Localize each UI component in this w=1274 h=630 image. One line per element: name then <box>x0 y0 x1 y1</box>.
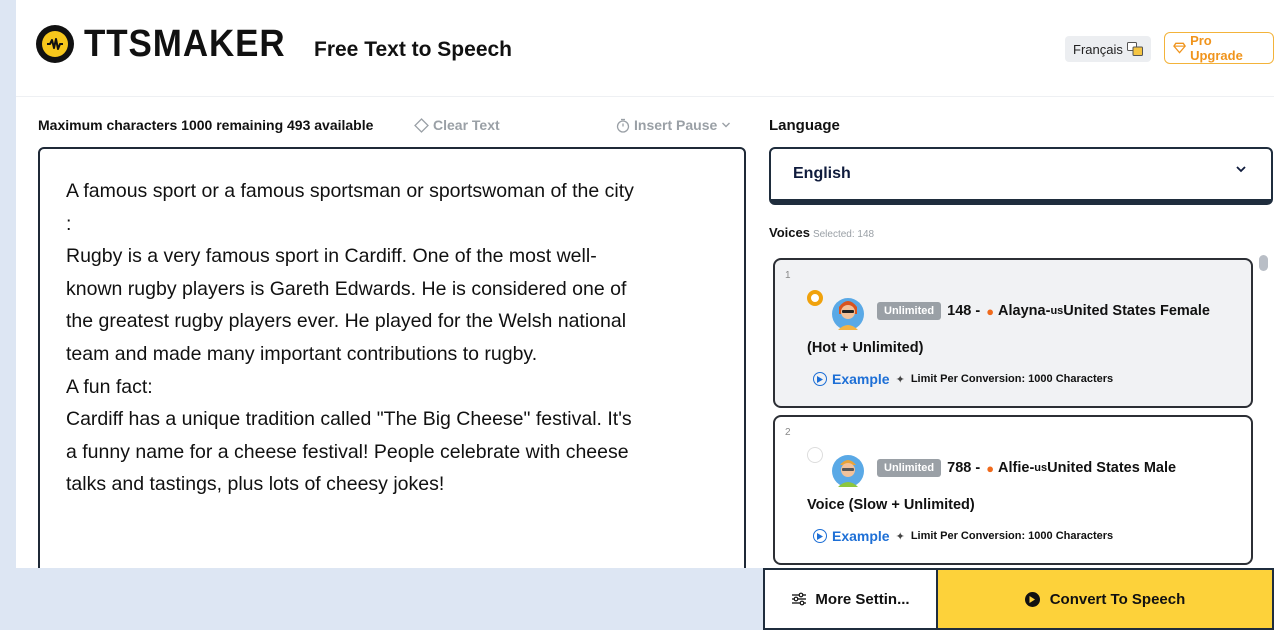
editor-toolbar: Maximum characters 1000 remaining 493 av… <box>38 117 748 137</box>
pro-upgrade-button[interactable]: Pro Upgrade <box>1164 32 1274 64</box>
voices-selected-count: Selected: 148 <box>812 229 875 240</box>
sparkle-icon: ✦ <box>895 373 905 386</box>
voice-meta: Example ✦ Limit Per Conversion: 1000 Cha… <box>813 371 1113 387</box>
conversion-limit: Limit Per Conversion: 1000 Characters <box>910 373 1114 385</box>
example-play-button[interactable]: Example <box>813 371 890 387</box>
language-select[interactable]: English <box>769 147 1273 205</box>
fire-icon: ● <box>986 303 995 319</box>
character-count: Maximum characters 1000 remaining 493 av… <box>38 117 374 133</box>
insert-pause-label: Insert Pause <box>634 117 718 133</box>
convert-label: Convert To Speech <box>1049 590 1186 608</box>
sparkle-icon: ✦ <box>895 530 905 543</box>
voice-radio[interactable] <box>807 290 823 306</box>
logo-waveform-icon <box>36 25 74 63</box>
logo-text: TTSMAKER <box>84 23 286 65</box>
male-avatar-icon <box>832 455 864 487</box>
conversion-limit: Limit Per Conversion: 1000 Characters <box>910 530 1114 542</box>
play-icon <box>1024 591 1040 607</box>
voice-id: 148 - <box>947 303 981 319</box>
voice-index: 1 <box>785 270 791 281</box>
voice-name: Alfie- <box>998 460 1035 476</box>
play-icon <box>813 372 827 386</box>
clear-text-button[interactable]: Clear Text <box>414 117 500 133</box>
text-editor[interactable]: A famous sport or a famous sportsman or … <box>38 147 746 568</box>
site-language-label: Français <box>1073 41 1123 57</box>
example-label: Example <box>832 371 890 387</box>
clear-text-label: Clear Text <box>433 117 500 133</box>
chevron-down-icon <box>722 122 731 128</box>
unlimited-badge: Unlimited <box>877 459 942 477</box>
example-play-button[interactable]: Example <box>813 528 890 544</box>
pro-upgrade-label: Pro Upgrade <box>1190 33 1243 63</box>
fire-icon: ● <box>986 460 995 476</box>
diamond-icon <box>1173 42 1186 54</box>
voices-label: Voices Selected: 148 <box>769 225 874 240</box>
voices-scrollbar[interactable] <box>1259 255 1268 271</box>
example-label: Example <box>832 528 890 544</box>
voice-name: Alayna- <box>998 303 1051 319</box>
voice-region-code: us <box>1034 462 1048 474</box>
voice-description: United States Female <box>1063 303 1210 319</box>
voice-card[interactable]: 2 Unlimited 788 - ● Alfie-us United Stat… <box>773 415 1253 565</box>
site-language-button[interactable]: Français <box>1065 36 1151 62</box>
eraser-icon <box>414 117 429 133</box>
voice-card[interactable]: 1 Unlimited 148 - ● Alayna-us United Stat… <box>773 258 1253 408</box>
voice-radio[interactable] <box>807 447 823 463</box>
play-icon <box>813 529 827 543</box>
language-label: Language <box>769 117 840 134</box>
voices-label-text: Voices <box>769 225 810 240</box>
language-selected-value: English <box>793 165 851 182</box>
female-avatar-icon <box>832 298 864 330</box>
more-settings-button[interactable]: More Settin... <box>763 568 938 630</box>
logo[interactable]: TTSMAKER <box>36 24 303 64</box>
stopwatch-icon <box>616 118 630 133</box>
voice-subtitle: (Hot + Unlimited) <box>807 340 924 356</box>
convert-to-speech-button[interactable]: Convert To Speech <box>938 568 1274 630</box>
editor-text[interactable]: A famous sport or a famous sportsman or … <box>66 175 718 501</box>
voice-meta: Example ✦ Limit Per Conversion: 1000 Cha… <box>813 528 1113 544</box>
header: TTSMAKER Free Text to Speech Français Pr… <box>16 0 1274 97</box>
insert-pause-dropdown[interactable]: Insert Pause <box>616 117 731 133</box>
voice-subtitle: Voice (Slow + Unlimited) <box>807 497 975 513</box>
app-page: TTSMAKER Free Text to Speech Français Pr… <box>16 0 1274 568</box>
sliders-icon <box>792 592 807 606</box>
voice-title: Unlimited 788 - ● Alfie-us United States… <box>877 459 1176 477</box>
tagline: Free Text to Speech <box>314 38 513 61</box>
more-settings-label: More Settin... <box>815 590 910 608</box>
voice-title: Unlimited 148 - ● Alayna-us United States… <box>877 302 1210 320</box>
voice-index: 2 <box>785 427 791 438</box>
translate-icon <box>1126 42 1143 56</box>
unlimited-badge: Unlimited <box>877 302 942 320</box>
voice-id: 788 - <box>947 460 981 476</box>
voice-description: United States Male <box>1047 460 1177 476</box>
chevron-down-icon <box>1236 166 1246 173</box>
voice-region-code: us <box>1050 305 1064 317</box>
